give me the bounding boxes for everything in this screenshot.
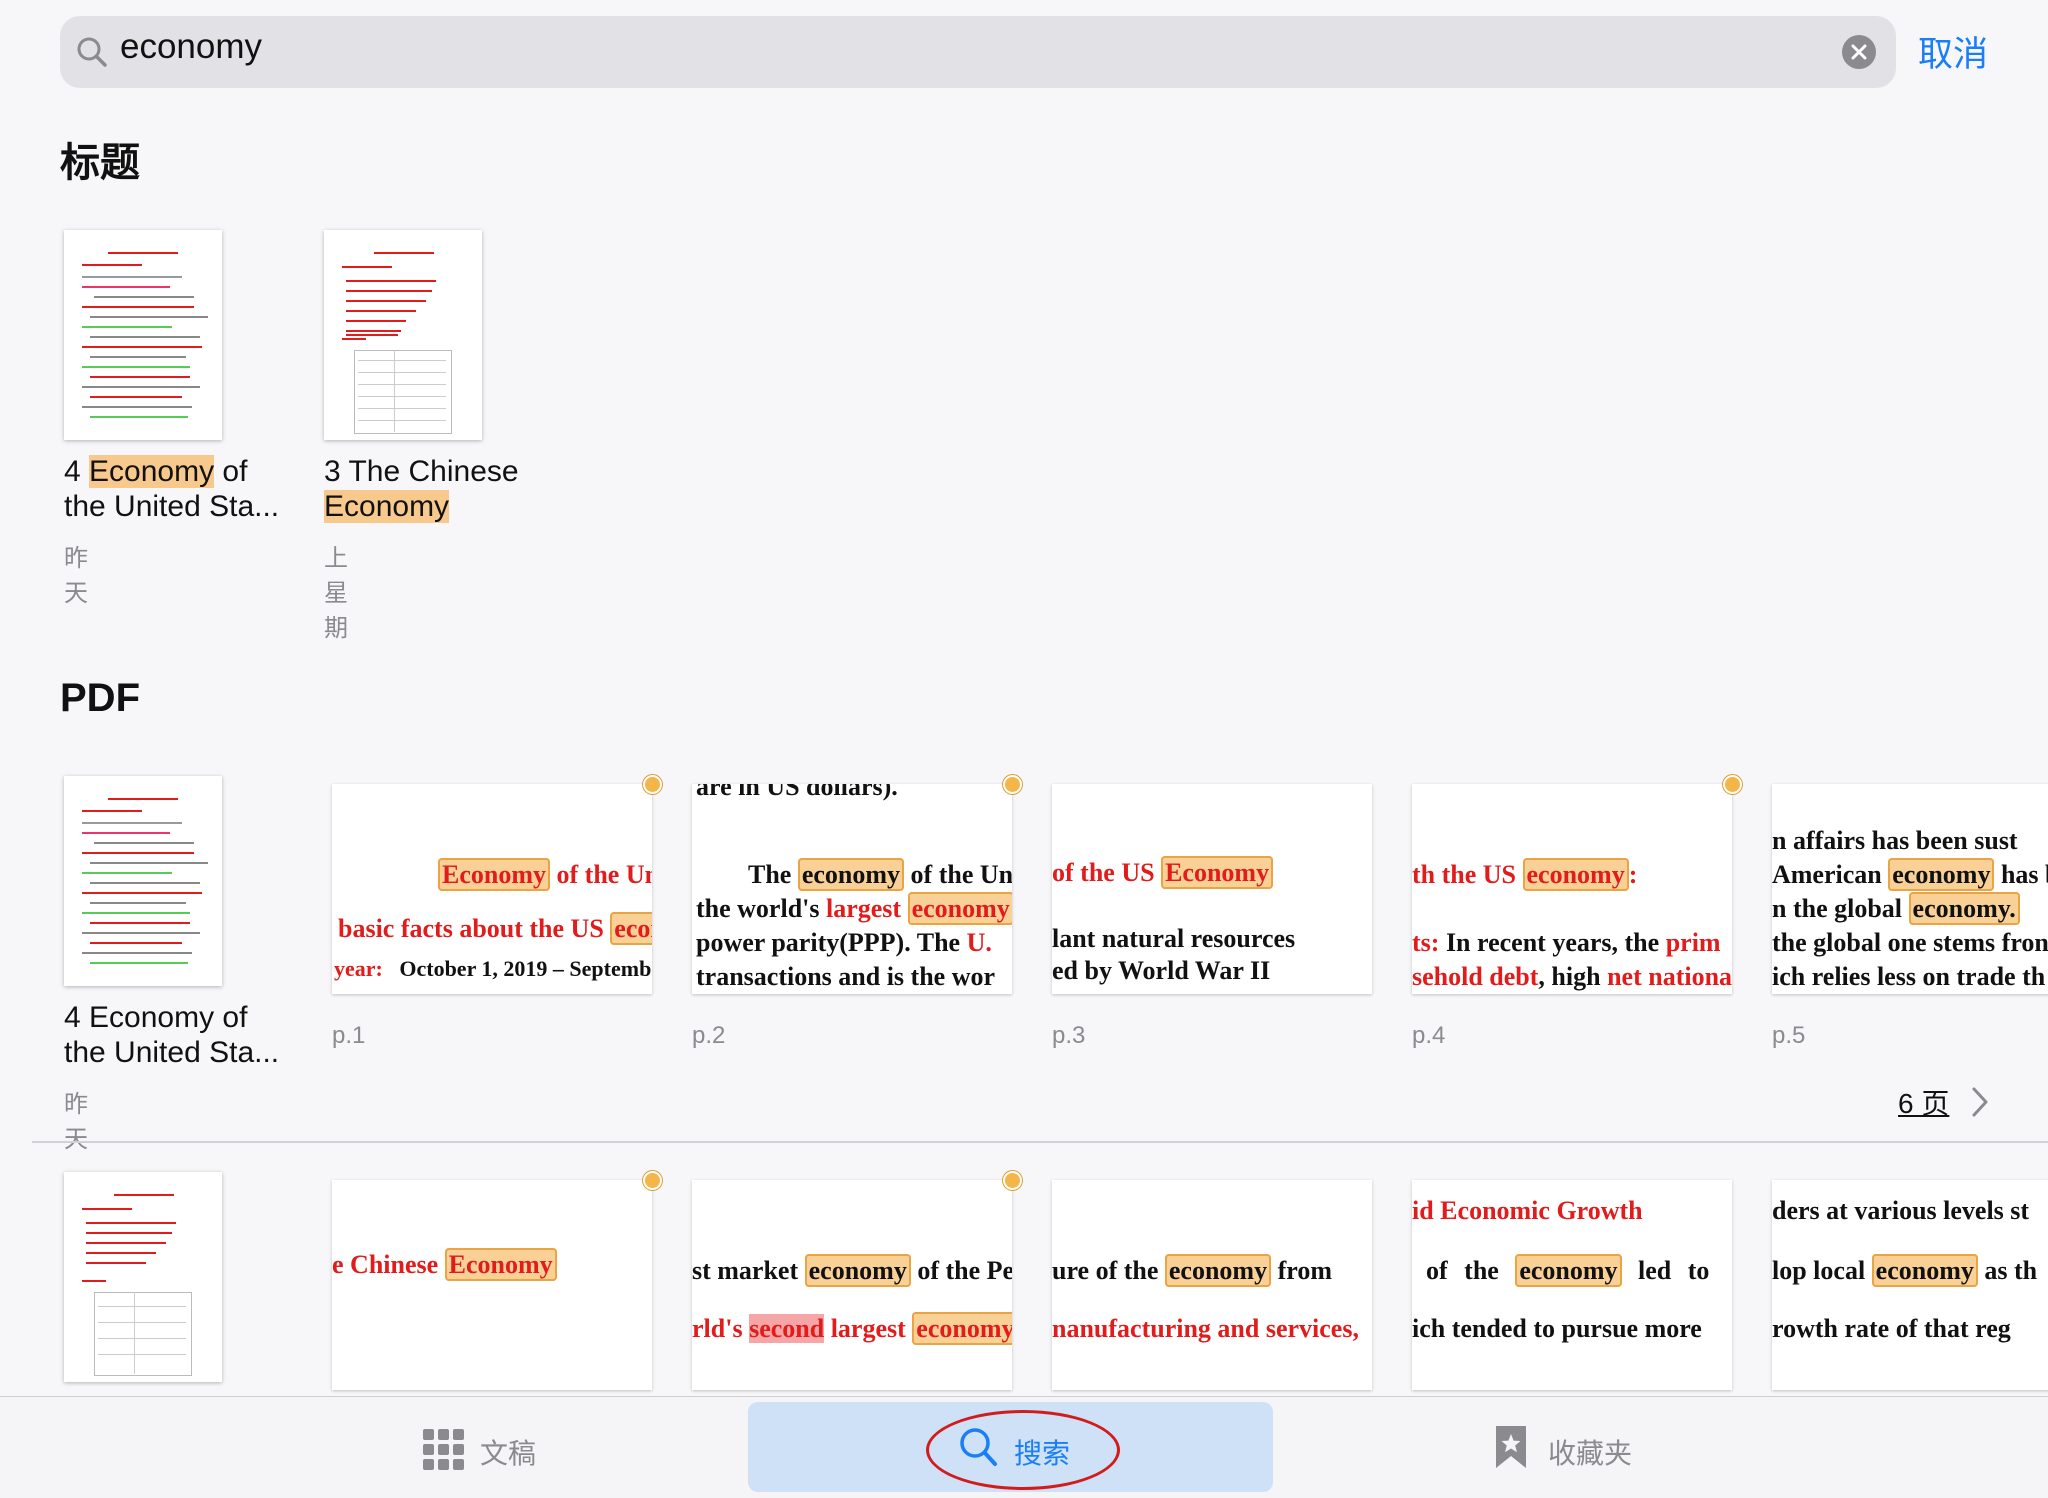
page-result-card[interactable]: Economy of the Un basic facts about the … (332, 784, 652, 994)
chevron-right-icon[interactable] (1970, 1086, 1990, 1118)
bookmark-dot (643, 775, 662, 794)
page-result-card[interactable]: are in US dollars). The economy of the U… (692, 784, 1012, 994)
document-thumbnail[interactable] (64, 1172, 222, 1382)
page-result-card[interactable]: e Chinese Economy (332, 1180, 652, 1390)
tab-favorites[interactable]: 收藏夹 (1494, 1424, 1694, 1472)
page-number-label: p.3 (1052, 1022, 1086, 1049)
tab-label: 收藏夹 (1548, 1438, 1633, 1469)
search-input[interactable]: economy (120, 27, 262, 67)
search-bar[interactable]: economy (60, 16, 1896, 88)
page-result-card[interactable]: of the US Economy lant natural resources… (1052, 784, 1372, 994)
bookmark-dot (1723, 775, 1742, 794)
annotation-circle (926, 1410, 1120, 1490)
more-pages-link[interactable]: 6 页 (1898, 1082, 1949, 1122)
clear-search-button[interactable] (1842, 35, 1876, 69)
document-date: 昨天 (64, 545, 88, 607)
document-date: 上星期 (324, 545, 348, 642)
row-divider (32, 1141, 2048, 1143)
page-number-label: p.1 (332, 1022, 366, 1049)
document-date: 昨天 (64, 1091, 88, 1153)
close-icon (1851, 44, 1867, 60)
page-number-label: p.5 (1772, 1022, 1806, 1049)
section-title-pdf: PDF (60, 676, 140, 720)
page-result-card[interactable]: st market economy of the Peo rld's secon… (692, 1180, 1012, 1390)
bookmark-dot (1003, 775, 1022, 794)
grid-icon (423, 1429, 464, 1470)
document-title: 4 Economy of the United Sta... (64, 455, 280, 523)
search-icon (77, 37, 107, 67)
page-result-card[interactable]: n affairs has been sust American economy… (1772, 784, 2048, 994)
page-number-label: p.2 (692, 1022, 726, 1049)
page-result-card[interactable]: ure of the economy from nanufacturing an… (1052, 1180, 1372, 1390)
bookmark-dot (1003, 1171, 1022, 1190)
cancel-button[interactable]: 取消 (1918, 26, 1988, 77)
tab-documents[interactable]: 文稿 (422, 1428, 622, 1472)
document-title: 3 The Chinese Economy (324, 455, 519, 523)
document-thumbnail (324, 230, 482, 440)
document-title: 4 Economy of the United Sta... (64, 1001, 280, 1069)
page-result-card[interactable]: id Economic Growth of the economy led to… (1412, 1180, 1732, 1390)
tab-label: 文稿 (480, 1438, 537, 1469)
section-title-titles: 标题 (60, 141, 140, 185)
bookmark-icon (1496, 1426, 1526, 1468)
bookmark-dot (643, 1171, 662, 1190)
page-result-card[interactable]: ders at various levels st lop local econ… (1772, 1180, 2048, 1390)
document-thumbnail (64, 230, 222, 440)
page-number-label: p.4 (1412, 1022, 1446, 1049)
document-thumbnail (64, 776, 222, 986)
page-result-card[interactable]: th the US economy: ts: In recent years, … (1412, 784, 1732, 994)
